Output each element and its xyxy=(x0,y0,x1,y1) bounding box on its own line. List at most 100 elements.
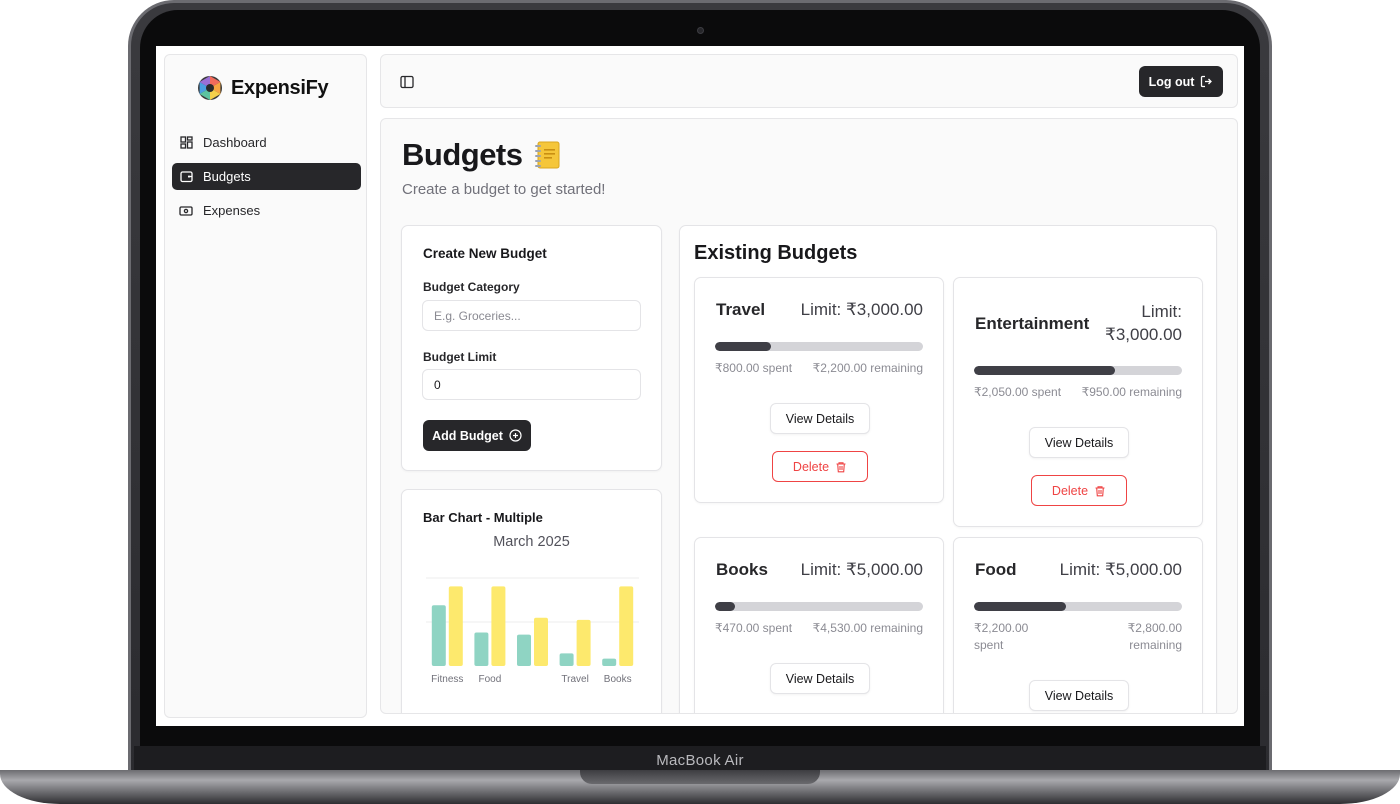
budget-limit-input[interactable] xyxy=(422,369,641,400)
chart-bar[interactable] xyxy=(576,619,591,666)
budget-progress-bar xyxy=(974,602,1182,611)
panel-toggle-icon[interactable] xyxy=(399,74,415,90)
logout-label: Log out xyxy=(1148,74,1195,89)
chart-bar[interactable] xyxy=(431,605,446,666)
budget-spent: ₹2,200.00 spent xyxy=(974,620,1028,654)
wallet-icon xyxy=(179,170,193,184)
chart-bar[interactable] xyxy=(474,632,489,666)
budget-card-food: Food Limit: ₹5,000.00 ₹2,200.00 spent ₹2… xyxy=(953,537,1203,713)
budget-progress-bar xyxy=(715,342,923,351)
trash-icon xyxy=(836,461,846,472)
budget-card-books: Books Limit: ₹5,000.00 ₹470.00 spent ₹4,… xyxy=(694,537,944,713)
view-details-button[interactable]: View Details xyxy=(1029,680,1129,711)
sidebar-item-label: Dashboard xyxy=(203,135,267,150)
budget-name: Food xyxy=(975,560,1017,579)
topbar: Log out xyxy=(380,54,1238,108)
existing-budgets-card: Existing Budgets Travel Limit: ₹3,000.00… xyxy=(679,225,1217,713)
view-details-button[interactable]: View Details xyxy=(770,663,870,694)
budget-name: Travel xyxy=(716,300,766,319)
create-budget-title: Create New Budget xyxy=(423,246,547,261)
budget-spent: ₹800.00 spent xyxy=(715,361,793,375)
chart-bar[interactable] xyxy=(517,634,531,666)
budget-spent-amount: ₹2,200.00 xyxy=(974,621,1029,635)
budget-limit: Limit: ₹3,000.00 xyxy=(800,300,923,319)
budget-name: Entertainment xyxy=(975,314,1090,333)
budget-progress-bar xyxy=(974,366,1182,375)
budget-category-label: Budget Category xyxy=(423,280,520,294)
view-details-button[interactable]: View Details xyxy=(1029,427,1129,458)
budget-card-travel: Travel Limit: ₹3,000.00 ₹800.00 spent ₹2… xyxy=(694,277,944,503)
budget-remaining: ₹2,200.00 remaining xyxy=(812,361,923,375)
sidebar-item-budgets[interactable]: Budgets xyxy=(172,163,361,190)
brand-name: ExpensiFy xyxy=(231,76,329,99)
delete-label: Delete xyxy=(792,459,830,474)
chart-bar[interactable] xyxy=(602,658,617,666)
budget-progress-fill xyxy=(974,602,1066,611)
delete-button[interactable]: Delete xyxy=(1031,475,1127,506)
add-budget-button[interactable]: Add Budget xyxy=(423,420,531,451)
add-budget-label: Add Budget xyxy=(432,428,503,443)
chart-x-tick-label: Food xyxy=(479,674,502,685)
budget-remaining: ₹2,800.00 remaining xyxy=(1128,620,1182,654)
page-title: Budgets xyxy=(402,137,561,173)
page-title-text: Budgets xyxy=(402,137,523,172)
sidebar-item-expenses[interactable]: Expenses xyxy=(172,197,361,224)
budget-remaining-caption: remaining xyxy=(1129,638,1182,652)
chart-bar[interactable] xyxy=(491,586,506,666)
chart-x-tick-label: Fitness xyxy=(431,674,463,685)
camera-icon xyxy=(697,27,704,34)
budget-limit-line1: Limit: xyxy=(1141,302,1182,321)
budget-spent: ₹470.00 spent xyxy=(715,621,793,635)
budget-spent: ₹2,050.00 spent xyxy=(974,385,1062,399)
budget-limit: Limit: ₹5,000.00 xyxy=(1059,560,1182,579)
plus-circle-icon xyxy=(509,429,522,442)
budget-progress-fill xyxy=(715,342,772,351)
bar-chart-card: Bar Chart - Multiple March 2025 Fitness F… xyxy=(401,489,662,713)
budget-remaining-amount: ₹2,800.00 xyxy=(1127,621,1182,635)
existing-budgets-title: Existing Budgets xyxy=(694,242,858,264)
chart-bar[interactable] xyxy=(619,586,634,666)
laptop-notch xyxy=(580,770,820,784)
delete-label: Delete xyxy=(1051,483,1089,498)
budget-name: Books xyxy=(716,560,768,579)
device-label: MacBook Air xyxy=(656,751,744,769)
budget-spent-caption: spent xyxy=(974,638,1004,652)
sidebar-item-dashboard[interactable]: Dashboard xyxy=(172,129,361,156)
sidebar: ExpensiFy Dashboard Budgets Expenses xyxy=(164,54,367,718)
app-screen: ExpensiFy Dashboard Budgets Expenses Log… xyxy=(156,46,1244,726)
budget-remaining: ₹4,530.00 remaining xyxy=(812,621,923,635)
notebook-icon xyxy=(534,141,559,169)
create-budget-card: Create New Budget Budget Category Budget… xyxy=(401,225,662,471)
budget-progress-fill xyxy=(715,602,735,611)
bar-chart: Fitness Food Travel Books xyxy=(426,577,639,685)
sidebar-nav: Dashboard Budgets Expenses xyxy=(172,129,361,231)
banknote-icon xyxy=(179,204,193,218)
logout-icon xyxy=(1201,75,1213,88)
budget-progress-fill xyxy=(974,366,1116,375)
chart-bar[interactable] xyxy=(448,586,463,666)
sidebar-item-label: Budgets xyxy=(203,169,251,184)
budget-remaining: ₹950.00 remaining xyxy=(1081,385,1182,399)
chart-bar[interactable] xyxy=(559,653,574,666)
dashboard-grid-icon xyxy=(179,136,193,150)
chart-x-tick-label: Travel xyxy=(561,674,588,685)
budget-progress-bar xyxy=(715,602,923,611)
budget-category-input[interactable] xyxy=(422,300,641,331)
budget-limit-label: Budget Limit xyxy=(423,350,497,364)
chart-subtitle: March 2025 xyxy=(493,534,570,550)
budget-card-entertainment: Entertainment Limit: ₹3,000.00 ₹2,050.00… xyxy=(953,277,1203,527)
chart-title: Bar Chart - Multiple xyxy=(423,510,543,525)
budget-limit: Limit: ₹3,000.00 xyxy=(1105,300,1182,346)
view-details-button[interactable]: View Details xyxy=(770,403,870,434)
logout-button[interactable]: Log out xyxy=(1139,66,1223,97)
chart-bar[interactable] xyxy=(534,617,548,666)
trash-icon xyxy=(1095,485,1105,496)
page-subtitle: Create a budget to get started! xyxy=(402,181,606,198)
chart-x-tick-label: Books xyxy=(604,674,632,685)
expensify-logo-icon xyxy=(198,76,222,100)
sidebar-item-label: Expenses xyxy=(203,203,261,218)
budget-limit: Limit: ₹5,000.00 xyxy=(800,560,923,579)
delete-button[interactable]: Delete xyxy=(772,451,868,482)
brand[interactable]: ExpensiFy xyxy=(197,75,329,101)
main-content: Budgets Create a budget to get started! … xyxy=(380,118,1238,714)
